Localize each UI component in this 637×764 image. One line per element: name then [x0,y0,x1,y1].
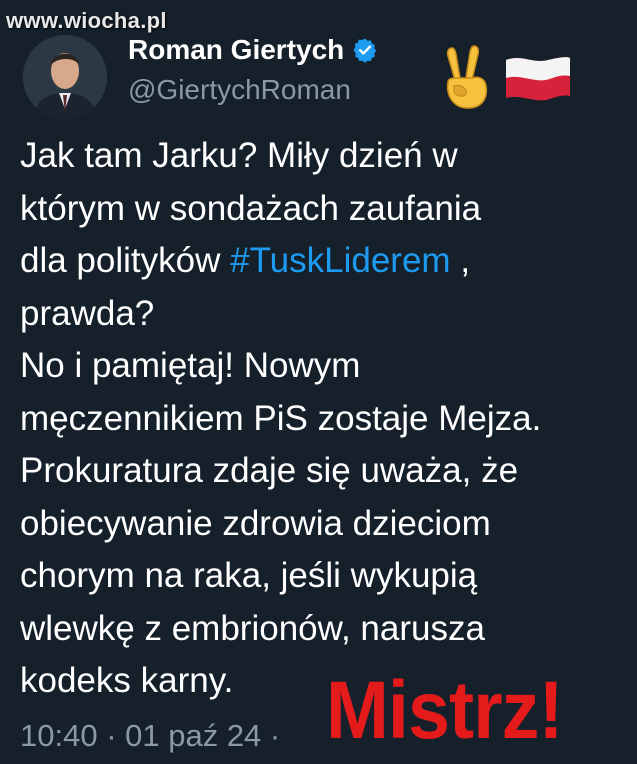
victory-hand-icon [446,45,488,109]
tweet-line: Jak tam Jarku? Miły dzień w [20,136,458,175]
tweet-line: chorym na raka, jeśli wykupią [20,556,478,595]
author-name[interactable]: Roman Giertych [128,34,344,66]
tweet-line-text: dla polityków [20,241,221,280]
overlay-stamp-text: Mistrz! [326,665,564,756]
verified-badge-icon [353,38,377,63]
tweet-line: męczennikiem PiS zostaje Mejza. [20,398,542,438]
tweet-line: wlewkę z embrionów, narusza [20,608,485,648]
tweet-timestamp[interactable]: 10:40 · 01 paź 24 · [20,718,280,754]
hashtag-link[interactable]: #TuskLiderem [230,241,450,280]
avatar[interactable] [23,35,107,119]
tweet-line: Prokuratura zdaje się uważa, że [20,451,519,490]
author-handle[interactable]: @GiertychRoman [128,74,351,106]
tweet-line: No i pamiętaj! Nowym [20,346,361,385]
tweet-line: którym w sondażach zaufania [20,188,482,228]
hashtag-suffix: , [450,241,471,280]
tweet-text: Jak tam Jarku? Miły dzień w którym w son… [20,130,625,708]
avatar-photo [23,35,107,119]
tweet-line: obiecywanie zdrowia dzieciom [20,503,491,543]
tweet-line-with-hashtag: dla polityków #TuskLiderem , [20,235,625,288]
poland-flag-icon [506,57,570,101]
author-name-row[interactable]: Roman Giertych [128,34,378,66]
watermark: www.wiocha.pl [6,8,167,33]
tweet-line: prawda? [20,293,155,333]
